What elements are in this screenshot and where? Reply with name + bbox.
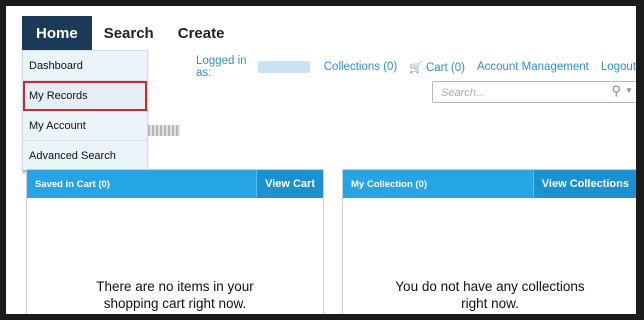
menu-item-my-account[interactable]: My Account [23,111,147,141]
cart-empty-message-line2: shopping cart right now. [103,296,247,311]
search-input[interactable] [439,84,603,102]
search-icon[interactable]: ⚲ [611,83,621,99]
collection-empty-message-line1: You do not have any collections [395,279,585,294]
cart-panel-header: Saved in Cart (0) View Cart [27,170,323,198]
cart-empty-message-line1: There are no items in your [96,279,254,294]
home-dropdown-menu: Dashboard My Records My Account Advanced… [22,50,148,173]
redacted-username [257,61,310,73]
top-links-bar: Logged in as: Collections (0) 🛒 Cart (0) … [196,55,636,79]
cart-link[interactable]: 🛒 Cart (0) [409,61,465,74]
cart-link-label: Cart (0) [425,61,465,74]
menu-item-advanced-search[interactable]: Advanced Search [23,141,147,172]
logged-in-label: Logged in as: [196,55,247,79]
search-box: ⚲ ▼ [432,81,636,103]
tab-search[interactable]: Search [92,16,166,50]
collections-link[interactable]: Collections (0) [324,61,398,73]
dropdown-caret-icon[interactable]: ▼ [625,86,633,95]
view-collections-button[interactable]: View Collections [532,170,636,198]
page-frame: Home Search Create Dashboard My Records … [6,6,636,314]
tab-create[interactable]: Create [166,16,237,50]
menu-item-dashboard[interactable]: Dashboard [23,51,147,81]
tab-home[interactable]: Home [22,16,92,50]
saved-in-cart-panel: Saved in Cart (0) View Cart There are no… [26,169,324,314]
logout-link[interactable]: Logout [601,61,636,73]
redacted-name [148,125,180,136]
account-management-link[interactable]: Account Management [477,61,589,73]
collection-panel-header: My Collection (0) View Collections [343,170,636,198]
main-nav: Home Search Create [22,16,236,50]
cart-icon: 🛒 [409,61,423,74]
cart-empty-message: There are no items in your shopping cart… [27,278,323,312]
view-cart-button[interactable]: View Cart [256,170,323,198]
my-collection-panel: My Collection (0) View Collections You d… [342,169,636,314]
collection-empty-message: You do not have any collections right no… [343,278,636,312]
menu-item-my-records[interactable]: My Records [23,81,147,111]
collection-panel-title: My Collection (0) [351,179,428,190]
collection-empty-message-line2: right now. [461,296,519,311]
cart-panel-title: Saved in Cart (0) [35,179,110,190]
